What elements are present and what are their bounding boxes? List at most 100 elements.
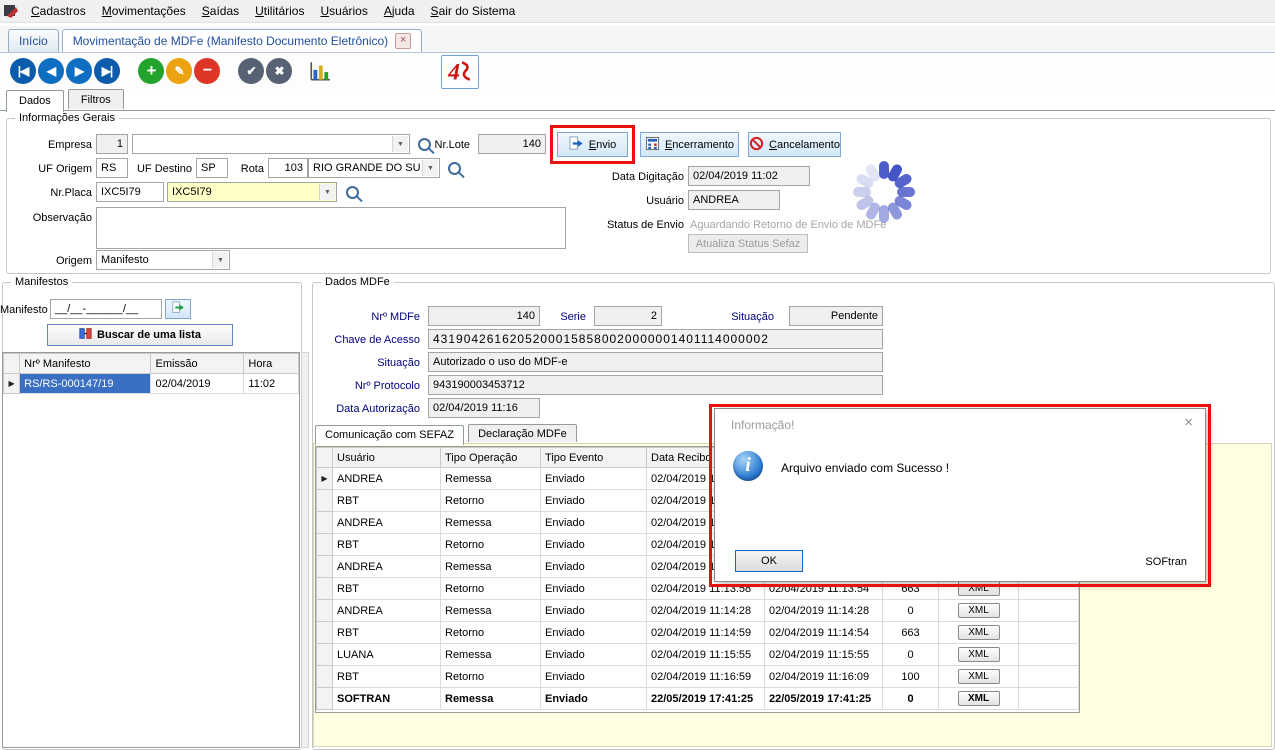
next-record-button[interactable]: ▶ (66, 58, 92, 84)
cell-tipo-operacao[interactable]: Remessa (441, 600, 541, 622)
tab-movimentacao-mdfe[interactable]: Movimentação de MDFe (Manifesto Document… (62, 29, 422, 52)
xml-button[interactable]: XML (958, 691, 1000, 706)
tab-close-icon[interactable]: × (395, 33, 411, 49)
xml-button[interactable]: XML (958, 603, 1000, 618)
xml-button[interactable]: XML (958, 581, 1000, 596)
vertical-scrollbar[interactable] (301, 352, 309, 748)
tab-dados[interactable]: Dados (6, 90, 64, 112)
last-record-button[interactable]: ▶| (94, 58, 120, 84)
chevron-down-icon[interactable]: ▼ (319, 184, 335, 200)
col-hora[interactable]: Hora (244, 354, 299, 374)
tab-inicio[interactable]: Início (8, 29, 59, 52)
cell-tipo-evento[interactable]: Enviado (541, 644, 647, 666)
cell-usuario[interactable]: RBT (333, 622, 441, 644)
previous-record-button[interactable]: ◀ (38, 58, 64, 84)
cell-tipo-evento[interactable]: Enviado (541, 600, 647, 622)
chevron-down-icon[interactable]: ▼ (212, 252, 228, 268)
cell-data-recibo[interactable]: 02/04/2019 11:16:59 (647, 666, 765, 688)
tab-declaracao-mdfe[interactable]: Declaração MDFe (468, 424, 577, 442)
cell-codigo[interactable]: 663 (883, 622, 939, 644)
sefaz-row[interactable]: ANDREA Remessa Enviado 02/04/2019 11:14:… (317, 600, 1079, 622)
cell-tipo-evento[interactable]: Enviado (541, 556, 647, 578)
rota-code-field[interactable]: 103 (268, 158, 308, 178)
cell-data-recibo[interactable]: 02/04/2019 11:14:28 (647, 600, 765, 622)
cell-tipo-evento[interactable]: Enviado (541, 512, 647, 534)
empresa-combo[interactable]: ▼ (132, 134, 410, 154)
cell-emissao[interactable]: 02/04/2019 (151, 374, 244, 394)
add-record-button[interactable]: + (138, 58, 164, 84)
cell-usuario[interactable]: SOFTRAN (333, 688, 441, 710)
cell-usuario[interactable]: ANDREA (333, 556, 441, 578)
cancel-button[interactable]: ✖ (266, 58, 292, 84)
chart-icon[interactable] (308, 59, 332, 83)
sefaz-row[interactable]: LUANA Remessa Enviado 02/04/2019 11:15:5… (317, 644, 1079, 666)
tab-filtros[interactable]: Filtros (68, 89, 124, 109)
cell-usuario[interactable]: RBT (333, 490, 441, 512)
col-emissao[interactable]: Emissão (151, 354, 244, 374)
cell-tipo-evento[interactable]: Enviado (541, 490, 647, 512)
cell-tipo-operacao[interactable]: Retorno (441, 578, 541, 600)
manifesto-mask-input[interactable]: __/__-______/__ (50, 299, 162, 319)
delete-record-button[interactable]: − (194, 58, 220, 84)
cell-tipo-operacao[interactable]: Retorno (441, 622, 541, 644)
cell-usuario[interactable]: RBT (333, 666, 441, 688)
menu-saidas[interactable]: Saídas (194, 1, 247, 21)
edit-record-button[interactable]: ✎ (166, 58, 192, 84)
tab-comunicacao-sefaz[interactable]: Comunicação com SEFAZ (315, 425, 464, 445)
cell-tipo-operacao[interactable]: Remessa (441, 688, 541, 710)
cell-usuario[interactable]: RBT (333, 534, 441, 556)
cell-codigo[interactable]: 0 (883, 644, 939, 666)
cell-tipo-evento[interactable]: Enviado (541, 666, 647, 688)
manifesto-row[interactable]: ▶ RS/RS-000147/19 02/04/2019 11:02 (4, 374, 299, 394)
placa-search-icon[interactable] (346, 186, 359, 199)
nr-placa-field[interactable]: IXC5I79 (96, 182, 164, 202)
cell-data-retorno[interactable]: 02/04/2019 11:15:55 (765, 644, 883, 666)
buscar-de-uma-lista-button[interactable]: Buscar de uma lista (47, 324, 233, 346)
menu-ajuda[interactable]: Ajuda (376, 1, 423, 21)
uf-origem-field[interactable]: RS (96, 158, 128, 178)
rota-search-icon[interactable] (448, 162, 461, 175)
observacao-memo[interactable] (96, 207, 566, 249)
xml-button[interactable]: XML (958, 647, 1000, 662)
first-record-button[interactable]: |◀ (10, 58, 36, 84)
sefaz-row[interactable]: SOFTRAN Remessa Enviado 22/05/2019 17:41… (317, 688, 1079, 710)
col-nr-manifesto[interactable]: Nrº Manifesto (20, 354, 151, 374)
cell-data-recibo[interactable]: 02/04/2019 11:15:55 (647, 644, 765, 666)
nr-placa-combo[interactable]: IXC5I79 ▼ (167, 182, 337, 202)
cell-tipo-evento[interactable]: Enviado (541, 534, 647, 556)
menu-usuarios[interactable]: Usuários (312, 1, 375, 21)
cell-tipo-evento[interactable]: Enviado (541, 688, 647, 710)
cell-tipo-operacao[interactable]: Remessa (441, 644, 541, 666)
cell-hora[interactable]: 11:02 (244, 374, 299, 394)
cell-tipo-evento[interactable]: Enviado (541, 578, 647, 600)
cell-data-retorno[interactable]: 02/04/2019 11:14:54 (765, 622, 883, 644)
softran-logo-button[interactable]: 4 (441, 55, 479, 89)
cell-tipo-operacao[interactable]: Remessa (441, 468, 541, 490)
ok-button[interactable]: OK (735, 550, 803, 572)
encerramento-button[interactable]: Encerramento (640, 132, 739, 157)
cell-data-retorno[interactable]: 02/04/2019 11:16:09 (765, 666, 883, 688)
origem-combo[interactable]: Manifesto ▼ (96, 250, 230, 270)
confirm-button[interactable]: ✔ (238, 58, 264, 84)
cell-tipo-operacao[interactable]: Remessa (441, 512, 541, 534)
cell-tipo-operacao[interactable]: Retorno (441, 534, 541, 556)
cell-usuario[interactable]: ANDREA (333, 600, 441, 622)
xml-button[interactable]: XML (958, 625, 1000, 640)
col-tipo-operacao[interactable]: Tipo Operação (441, 448, 541, 468)
cell-data-recibo[interactable]: 22/05/2019 17:41:25 (647, 688, 765, 710)
cell-tipo-operacao[interactable]: Remessa (441, 556, 541, 578)
chevron-down-icon[interactable]: ▼ (392, 136, 408, 152)
cancelamento-button[interactable]: Cancelamento (748, 132, 841, 157)
cell-usuario[interactable]: RBT (333, 578, 441, 600)
cell-codigo[interactable]: 100 (883, 666, 939, 688)
uf-destino-field[interactable]: SP (196, 158, 228, 178)
cell-codigo[interactable]: 0 (883, 600, 939, 622)
manifesto-add-button[interactable] (165, 299, 191, 319)
col-tipo-evento[interactable]: Tipo Evento (541, 448, 647, 468)
cell-tipo-operacao[interactable]: Retorno (441, 490, 541, 512)
cell-data-recibo[interactable]: 02/04/2019 11:14:59 (647, 622, 765, 644)
cell-tipo-evento[interactable]: Enviado (541, 468, 647, 490)
cell-data-retorno[interactable]: 22/05/2019 17:41:25 (765, 688, 883, 710)
dialog-close-icon[interactable]: × (1184, 414, 1193, 431)
menu-movimentacoes[interactable]: Movimentações (94, 1, 194, 21)
